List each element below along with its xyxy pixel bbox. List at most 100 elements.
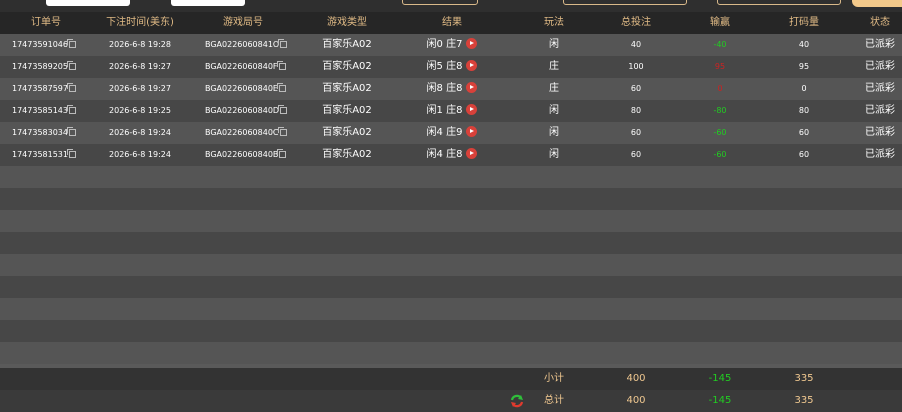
order-id[interactable]: 17473585143	[12, 100, 96, 122]
subtotal-winloss: -145	[708, 373, 732, 384]
game-type: 百家乐A02	[322, 39, 372, 50]
order-id[interactable]: 17473591046	[12, 34, 96, 56]
empty-row	[0, 188, 902, 210]
copy-icon[interactable]	[67, 39, 76, 48]
status-badge: 已派彩	[865, 83, 895, 94]
copy-icon[interactable]	[278, 105, 288, 114]
empty-row	[0, 342, 902, 364]
order-id[interactable]: 17473581531	[12, 144, 96, 166]
bet-time: 2026-6-8 19:27	[109, 62, 171, 71]
round-id[interactable]: BGA0226060840B	[205, 144, 297, 166]
empty-row	[0, 276, 902, 298]
empty-row	[0, 254, 902, 276]
turnover: 60	[798, 128, 810, 137]
copy-icon[interactable]	[277, 127, 287, 136]
win-loss: -60	[713, 150, 727, 159]
table-row: 17473581531 2026-6-8 19:24 BGA0226060840B 百…	[0, 144, 902, 166]
order-input[interactable]	[717, 0, 841, 5]
turnover: 60	[798, 150, 810, 159]
game-type: 百家乐A02	[322, 149, 372, 160]
copy-icon[interactable]	[278, 39, 288, 48]
play-icon[interactable]	[466, 82, 478, 93]
order-id[interactable]: 17473589205	[12, 56, 96, 78]
col-order: 订单号	[31, 17, 61, 28]
round-id[interactable]: BGA0226060840E	[205, 78, 297, 100]
bet-type: 闲	[549, 127, 559, 138]
round-id[interactable]: BGA0226060840D	[205, 100, 297, 122]
copy-icon[interactable]	[67, 149, 76, 158]
col-round: 游戏局号	[223, 17, 263, 28]
total-bet: 60	[630, 84, 642, 93]
bet-time: 2026-6-8 19:27	[109, 84, 171, 93]
order-id[interactable]: 17473583034	[12, 122, 96, 144]
start-date-input[interactable]	[46, 0, 130, 6]
grandtotal-total: 400	[626, 395, 646, 406]
game-type: 百家乐A02	[322, 83, 372, 94]
round-id[interactable]: BGA0226060841O	[205, 34, 297, 56]
play-icon[interactable]	[466, 126, 478, 137]
win-loss: -40	[713, 40, 727, 49]
bet-type: 闲	[549, 39, 559, 50]
order-id[interactable]: 17473587597	[12, 78, 96, 100]
status-badge: 已派彩	[865, 105, 895, 116]
total-bet: 40	[630, 40, 642, 49]
total-bet: 60	[630, 128, 642, 137]
copy-icon[interactable]	[67, 61, 76, 70]
bet-type: 庄	[549, 61, 559, 72]
result: 闲1 庄8	[413, 100, 491, 122]
win-loss: -80	[713, 106, 727, 115]
subtotal-total: 400	[626, 373, 646, 384]
total-bet: 100	[628, 62, 644, 71]
table-row: 17473587597 2026-6-8 19:27 BGA0226060840E 百…	[0, 78, 902, 100]
end-date-input[interactable]	[171, 0, 245, 6]
bet-time: 2026-6-8 19:24	[109, 150, 171, 159]
empty-row	[0, 210, 902, 232]
search-button[interactable]	[852, 0, 902, 7]
turnover: 40	[798, 40, 810, 49]
copy-icon[interactable]	[276, 61, 286, 70]
table-row: 17473583034 2026-6-8 19:24 BGA0226060840C 百…	[0, 122, 902, 144]
filter-bar	[0, 0, 902, 12]
bet-time: 2026-6-8 19:25	[109, 106, 171, 115]
col-result: 结果	[442, 17, 462, 28]
result: 闲8 庄8	[413, 78, 491, 100]
col-status: 状态	[870, 17, 890, 28]
turnover: 0	[801, 84, 807, 93]
col-bet-type: 玩法	[544, 17, 564, 28]
refresh-icon[interactable]	[510, 394, 524, 408]
play-icon[interactable]	[466, 104, 478, 115]
bet-type: 庄	[549, 83, 559, 94]
table-row: 17473589205 2026-6-8 19:27 BGA0226060840F 百…	[0, 56, 902, 78]
status-badge: 已派彩	[865, 39, 895, 50]
play-icon[interactable]	[466, 148, 478, 159]
status-badge: 已派彩	[865, 127, 895, 138]
status-badge: 已派彩	[865, 61, 895, 72]
win-loss: 95	[714, 62, 726, 71]
turnover: 95	[798, 62, 810, 71]
quick-range-button[interactable]	[402, 0, 478, 5]
grandtotal-row: 总计 400 -145 335	[0, 390, 902, 412]
copy-icon[interactable]	[67, 83, 76, 92]
grandtotal-turnover: 335	[794, 395, 814, 406]
result: 闲4 庄8	[413, 144, 491, 166]
bet-time: 2026-6-8 19:28	[109, 40, 171, 49]
col-total: 总投注	[621, 17, 651, 28]
play-icon[interactable]	[466, 38, 478, 49]
subtotal-row: 小计 400 -145 335	[0, 368, 902, 390]
result: 闲0 庄7	[413, 34, 491, 56]
round-id[interactable]: BGA0226060840C	[205, 122, 297, 144]
copy-icon[interactable]	[67, 105, 76, 114]
copy-icon[interactable]	[67, 127, 76, 136]
game-type: 百家乐A02	[322, 105, 372, 116]
status-badge: 已派彩	[865, 149, 895, 160]
col-turnover: 打码量	[789, 17, 819, 28]
table-row: 17473585143 2026-6-8 19:25 BGA0226060840D 百…	[0, 100, 902, 122]
result: 闲5 庄8	[413, 56, 491, 78]
copy-icon[interactable]	[276, 83, 286, 92]
play-icon[interactable]	[466, 60, 478, 71]
col-game: 游戏类型	[327, 17, 367, 28]
game-select[interactable]	[563, 0, 687, 5]
empty-row	[0, 320, 902, 342]
round-id[interactable]: BGA0226060840F	[205, 56, 297, 78]
copy-icon[interactable]	[277, 149, 287, 158]
